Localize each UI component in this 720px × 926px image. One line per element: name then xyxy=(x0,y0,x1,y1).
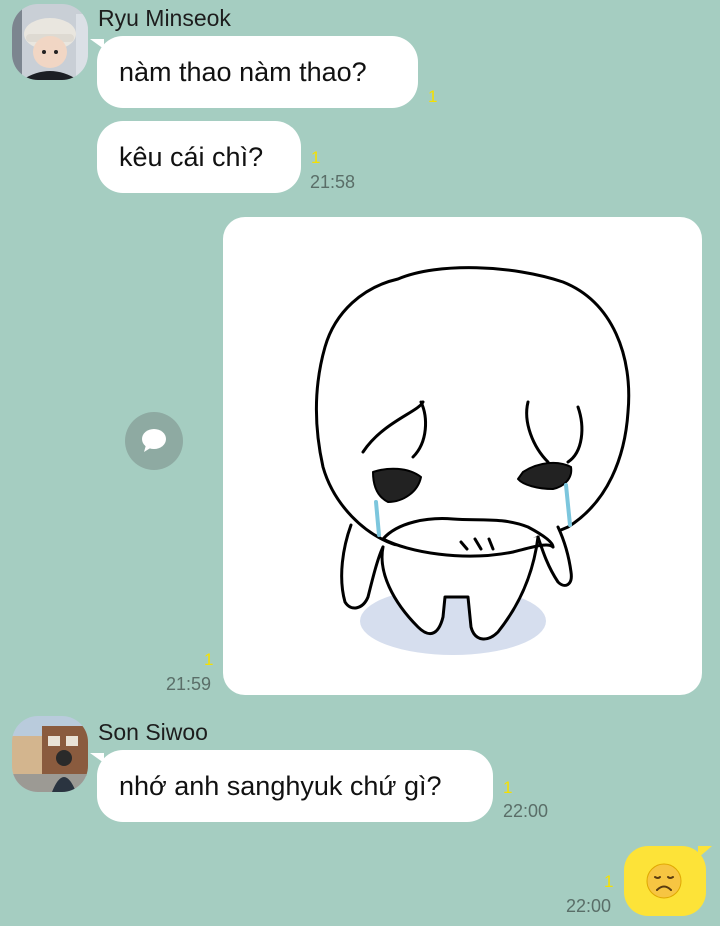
avatar-son-siwoo[interactable] xyxy=(12,716,88,792)
message-time: 22:00 xyxy=(566,896,612,916)
message-time: 21:59 xyxy=(166,674,212,694)
sad-face-icon xyxy=(646,863,682,899)
message-time: 21:58 xyxy=(310,172,356,192)
unread-count: 1 xyxy=(204,650,214,669)
message-text: nàm thao nàm thao? xyxy=(119,56,367,87)
sender-name: Son Siwoo xyxy=(98,719,208,745)
unread-count: 1 xyxy=(604,872,614,891)
bubble-tail xyxy=(698,846,712,858)
message-text: nhớ anh sanghyuk chứ gì? xyxy=(119,770,442,801)
sender-name: Ryu Minseok xyxy=(98,5,231,31)
message-bubble[interactable]: kêu cái chì? xyxy=(97,121,301,193)
message-bubble[interactable]: nhớ anh sanghyuk chứ gì? xyxy=(90,750,493,822)
share-button[interactable] xyxy=(125,412,183,470)
speech-bubble-icon xyxy=(142,429,166,452)
sent-message-bubble[interactable] xyxy=(624,846,712,916)
sticker-image[interactable] xyxy=(223,217,702,695)
unread-count: 1 xyxy=(428,87,438,106)
avatar-ryu-minseok[interactable] xyxy=(12,4,88,80)
message-time: 22:00 xyxy=(503,801,549,821)
unread-count: 1 xyxy=(311,148,321,167)
message-bubble[interactable]: nàm thao nàm thao? xyxy=(90,36,418,108)
message-text: kêu cái chì? xyxy=(119,141,264,172)
unread-count: 1 xyxy=(503,778,513,797)
